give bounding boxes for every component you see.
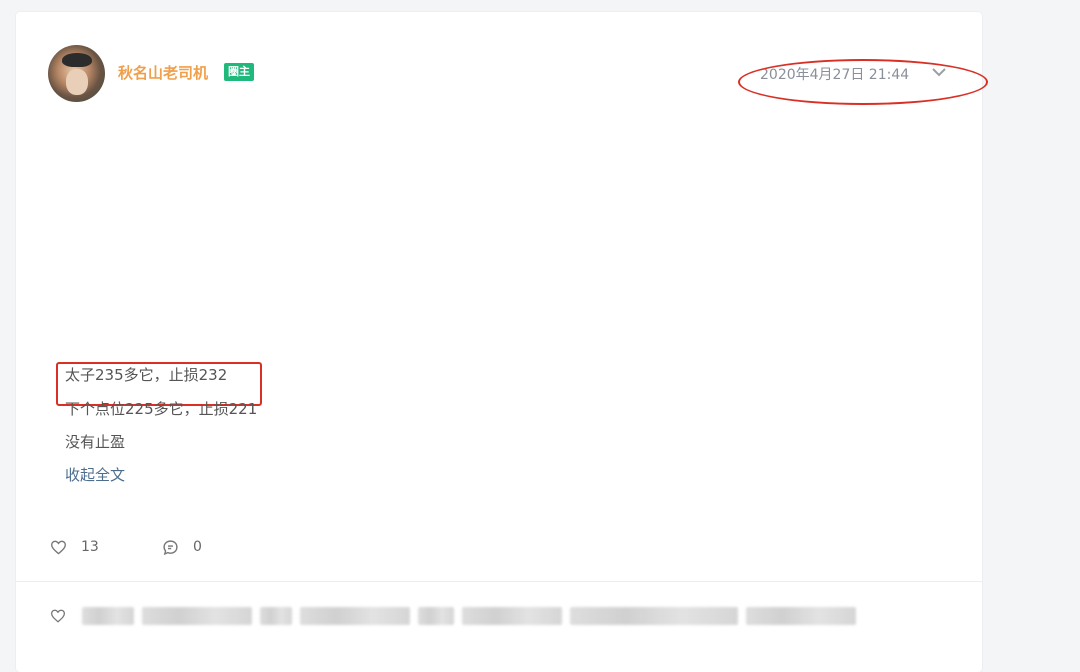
chevron-down-icon[interactable] <box>932 67 946 77</box>
post-timestamp: 2020年4月27日 21:44 <box>760 67 910 83</box>
section-divider <box>16 581 982 582</box>
like-count: 13 <box>81 539 99 555</box>
author-name[interactable]: 秋名山老司机 <box>118 62 208 83</box>
post-line-3: 没有止盈 <box>65 433 126 451</box>
comment-button[interactable]: 0 <box>162 536 202 558</box>
heart-icon <box>50 540 67 555</box>
comment-count: 0 <box>193 539 202 555</box>
blurred-comment-text <box>82 605 872 627</box>
comment-icon <box>163 539 178 555</box>
author-avatar[interactable] <box>48 45 105 102</box>
post-card: 秋名山老司机 圈主 2020年4月27日 21:44 太子235多它，止损232… <box>16 12 988 672</box>
heart-icon[interactable] <box>50 609 66 623</box>
owner-badge: 圈主 <box>224 63 254 81</box>
post-line-2: 下个点位225多它，止损221 <box>65 400 258 418</box>
post-line-1: 太子235多它，止损232 <box>65 366 228 384</box>
collapse-text-link[interactable]: 收起全文 <box>65 464 125 485</box>
like-button[interactable]: 13 <box>50 536 99 558</box>
